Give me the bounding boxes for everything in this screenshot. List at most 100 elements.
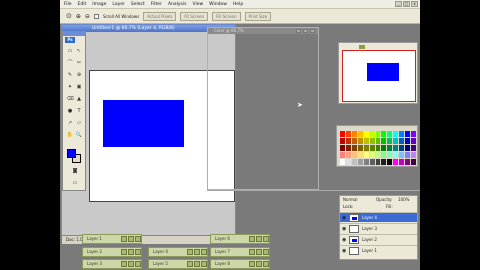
color-swatch[interactable] — [369, 138, 375, 144]
color-swatch[interactable] — [345, 138, 351, 144]
window-control-icon[interactable] — [201, 249, 207, 255]
visibility-eye-icon[interactable]: ◉ — [342, 216, 346, 221]
minimized-window[interactable]: Layer 4 — [148, 247, 208, 257]
color-swatch[interactable] — [393, 159, 399, 165]
minimized-window[interactable]: Layer 6 — [210, 234, 270, 244]
brush-tool-icon[interactable]: ▣ — [75, 84, 83, 90]
color-swatch[interactable] — [387, 159, 393, 165]
window-control-icon[interactable] — [256, 236, 262, 242]
window-control-icon[interactable] — [128, 249, 134, 255]
type-tool-icon[interactable]: ▱ — [75, 120, 83, 126]
window-control-icon[interactable] — [194, 261, 200, 267]
window-control-icon[interactable] — [128, 261, 134, 267]
window-control-icon[interactable] — [187, 261, 193, 267]
color-swatch[interactable] — [393, 138, 399, 144]
color-swatch[interactable] — [369, 145, 375, 151]
blend-mode-select[interactable]: Normal — [343, 197, 357, 202]
layer-row[interactable]: ◉ Layer 1 — [340, 245, 417, 255]
menu-view[interactable]: View — [192, 2, 203, 7]
visibility-eye-icon[interactable]: ◉ — [342, 227, 346, 232]
zoom-in-icon[interactable]: ⊕ — [76, 13, 81, 20]
color-swatch[interactable] — [375, 145, 381, 151]
color-swatch[interactable] — [411, 145, 416, 151]
dodge-tool-icon[interactable]: T — [75, 108, 83, 114]
color-swatch[interactable] — [387, 138, 393, 144]
close-button[interactable]: x — [411, 1, 418, 7]
layer-row[interactable]: ◉ Layer 2 — [340, 234, 417, 244]
color-swatch[interactable] — [405, 145, 411, 151]
window-control-icon[interactable] — [121, 249, 127, 255]
minimized-window[interactable]: Layer 3 — [82, 259, 142, 269]
color-swatch[interactable] — [399, 145, 405, 151]
screen-mode-icon[interactable]: ▭ — [71, 180, 79, 186]
pen-tool-icon[interactable]: ↗ — [66, 120, 74, 126]
minimized-window[interactable]: Layer 1 — [82, 234, 142, 244]
color-swatch[interactable] — [381, 131, 387, 137]
crop-tool-icon[interactable]: ✎ — [66, 72, 74, 78]
color-swatch[interactable] — [363, 138, 369, 144]
minimized-window[interactable]: Layer 2 — [82, 247, 142, 257]
menu-layer[interactable]: Layer — [112, 2, 125, 7]
healing-tool-icon[interactable]: ✦ — [66, 84, 74, 90]
color-swatch[interactable] — [340, 159, 345, 165]
window-control-icon[interactable] — [249, 249, 255, 255]
color-swatch[interactable] — [387, 152, 393, 158]
color-swatch[interactable] — [393, 145, 399, 151]
menu-file[interactable]: File — [64, 2, 72, 7]
color-swatch[interactable] — [363, 145, 369, 151]
scroll-all-checkbox[interactable] — [93, 13, 99, 19]
marquee-tool-icon[interactable]: ▭ — [66, 48, 74, 54]
menu-select[interactable]: Select — [131, 2, 145, 7]
color-swatch[interactable] — [411, 138, 416, 144]
color-swatch[interactable] — [381, 159, 387, 165]
color-swatch[interactable] — [381, 138, 387, 144]
zoom-out-icon[interactable]: ⊖ — [85, 13, 90, 20]
color-swatch[interactable] — [351, 131, 357, 137]
window-control-icon[interactable] — [135, 261, 141, 267]
color-swatch[interactable] — [399, 131, 405, 137]
toolbox-titlebar[interactable] — [63, 32, 85, 36]
window-control-icon[interactable] — [121, 236, 127, 242]
color-swatch[interactable] — [340, 131, 345, 137]
lasso-tool-icon[interactable]: ⌒ — [66, 60, 74, 66]
color-swatch[interactable] — [399, 159, 405, 165]
foreground-color-swatch[interactable] — [67, 149, 76, 158]
window-control-icon[interactable] — [135, 249, 141, 255]
color-swatch[interactable] — [411, 159, 416, 165]
color-swatch[interactable] — [399, 138, 405, 144]
actual-pixels-button[interactable]: Actual Pixels — [143, 11, 177, 21]
window-control-icon[interactable] — [249, 236, 255, 242]
color-swatch[interactable] — [411, 152, 416, 158]
window-control-icon[interactable] — [256, 249, 262, 255]
window-control-icon[interactable] — [194, 249, 200, 255]
window-control-icon[interactable] — [201, 261, 207, 267]
window-control-icon[interactable] — [135, 236, 141, 242]
fit-screen-button[interactable]: Fit Screen — [180, 11, 209, 21]
window-control-icon[interactable] — [187, 249, 193, 255]
menu-filter[interactable]: Filter — [151, 2, 162, 7]
layer-row[interactable]: ◉ Layer 4 — [340, 212, 417, 222]
maximize-button[interactable]: □ — [403, 1, 410, 7]
color-swatch[interactable] — [405, 131, 411, 137]
quick-mask-icon[interactable]: ◙ — [71, 168, 79, 174]
color-swatch[interactable] — [375, 138, 381, 144]
color-swatch[interactable] — [405, 159, 411, 165]
color-swatch[interactable] — [363, 159, 369, 165]
color-swatch[interactable] — [357, 131, 363, 137]
color-swatch[interactable] — [351, 159, 357, 165]
menu-edit[interactable]: Edit — [78, 2, 87, 7]
shape-tool-icon[interactable]: 🔍 — [75, 132, 83, 138]
color-swatch[interactable] — [351, 138, 357, 144]
menu-image[interactable]: Image — [92, 2, 106, 7]
color-swatch[interactable] — [381, 145, 387, 151]
fill-screen-button[interactable]: Fill Screen — [212, 11, 241, 21]
color-swatch[interactable] — [375, 159, 381, 165]
color-swatch[interactable] — [340, 145, 345, 151]
visibility-eye-icon[interactable]: ◉ — [342, 238, 346, 243]
window-control-icon[interactable] — [128, 236, 134, 242]
color-swatch[interactable] — [405, 152, 411, 158]
color-swatch[interactable] — [345, 131, 351, 137]
move-tool-icon[interactable]: ↖ — [75, 48, 83, 54]
color-swatch[interactable] — [351, 152, 357, 158]
color-swatch[interactable] — [405, 138, 411, 144]
